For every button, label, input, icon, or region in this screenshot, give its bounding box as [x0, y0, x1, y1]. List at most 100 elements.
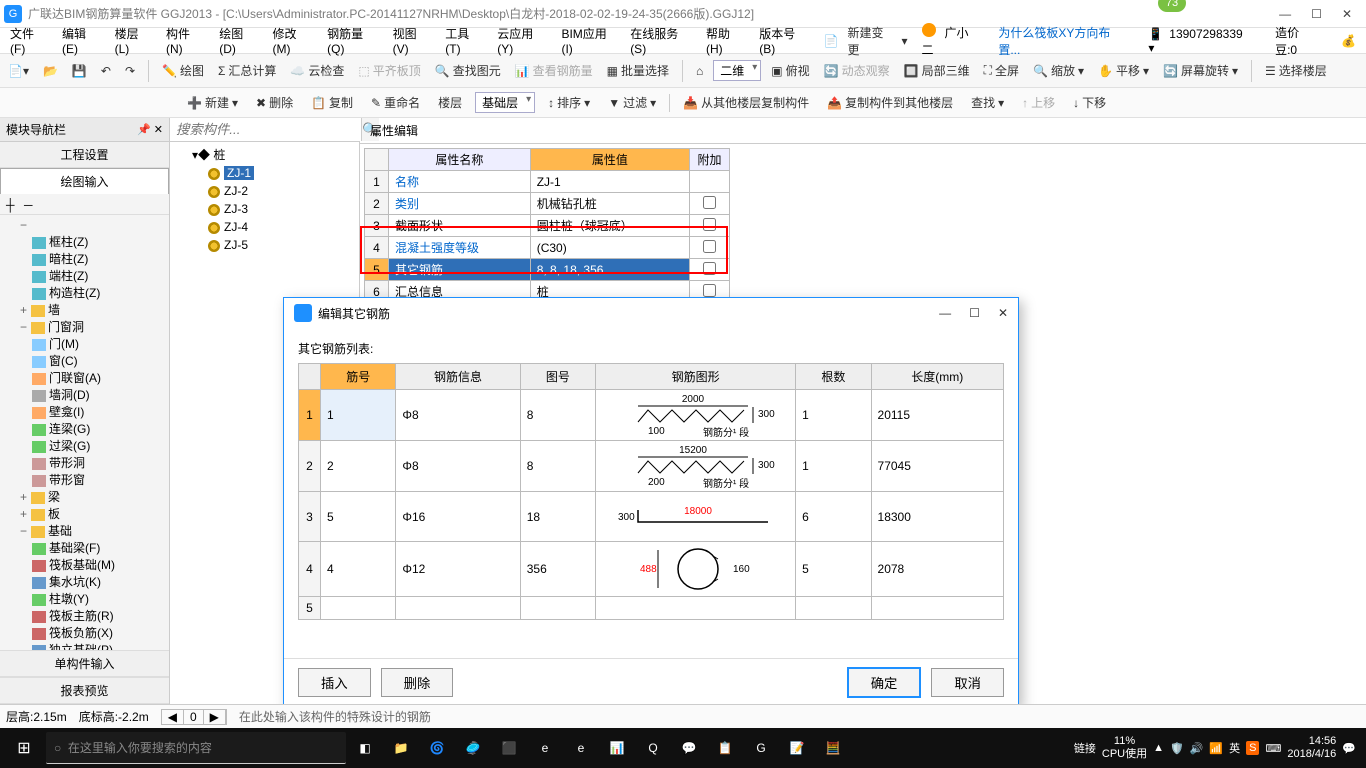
- menu-edit[interactable]: 编辑(E): [56, 23, 107, 58]
- tray-icon[interactable]: 🔊: [1190, 742, 1204, 755]
- ok-button[interactable]: 确定: [847, 667, 922, 698]
- tray-icon[interactable]: ⌨: [1265, 742, 1281, 755]
- close-button[interactable]: ✕: [1342, 7, 1352, 21]
- find2-button[interactable]: 查找 ▾: [966, 92, 1009, 113]
- nav-tab-draw[interactable]: 绘图输入: [0, 168, 169, 194]
- nav-tab-settings[interactable]: 工程设置: [0, 142, 169, 168]
- menu-view[interactable]: 视图(V): [387, 23, 438, 58]
- zoom-button[interactable]: 🔍缩放 ▾: [1029, 60, 1088, 81]
- maximize-button[interactable]: ☐: [1311, 7, 1322, 21]
- pager[interactable]: ◀0▶: [161, 709, 227, 725]
- menu-floor[interactable]: 楼层(L): [109, 23, 158, 58]
- viewsteel-button[interactable]: 📊查看钢筋量: [511, 60, 597, 81]
- menu-draw[interactable]: 绘图(D): [213, 23, 264, 58]
- ime-label[interactable]: 英: [1229, 740, 1240, 756]
- filter-button[interactable]: ▼ 过滤 ▾: [603, 92, 661, 113]
- task-icon[interactable]: 📋: [708, 728, 742, 768]
- expand-icon[interactable]: ┼: [6, 198, 18, 210]
- start-button[interactable]: ⊞: [4, 728, 44, 768]
- select-floor-button[interactable]: ☰ 选择楼层: [1261, 60, 1331, 81]
- dyn-button[interactable]: 🔄动态观察: [820, 60, 894, 81]
- task-icon[interactable]: 🌀: [420, 728, 454, 768]
- floor-label[interactable]: 楼层: [433, 92, 467, 113]
- nav-tree[interactable]: − 框柱(Z) 暗柱(Z) 端柱(Z) 构造柱(Z) +墙 −门窗洞 门(M) …: [0, 215, 169, 650]
- draw-button[interactable]: ✏️绘图: [158, 60, 208, 81]
- rename-button[interactable]: ✎ 重命名: [366, 92, 425, 113]
- notifications-icon[interactable]: 💬: [1342, 742, 1356, 755]
- flat-button[interactable]: ⬚ 平齐板顶: [354, 60, 424, 81]
- open-icon[interactable]: 📂: [39, 62, 62, 80]
- task-icon[interactable]: 🧮: [816, 728, 850, 768]
- tray-icon[interactable]: 📶: [1209, 742, 1223, 755]
- menu-version[interactable]: 版本号(B): [753, 23, 815, 58]
- nav-tab-single[interactable]: 单构件输入: [0, 650, 169, 677]
- tray-icon[interactable]: S: [1246, 741, 1259, 755]
- menu-tools[interactable]: 工具(T): [439, 23, 489, 58]
- down-button[interactable]: ↓ 下移: [1068, 92, 1111, 113]
- dialog-close[interactable]: ✕: [998, 306, 1008, 320]
- sort-button[interactable]: ↕ 排序 ▾: [543, 92, 595, 113]
- local3d-button[interactable]: 🔲局部三维: [900, 60, 974, 81]
- tray-icon[interactable]: ▲: [1153, 742, 1164, 754]
- cloud-check-button[interactable]: ☁️云检查: [286, 60, 348, 81]
- insert-button[interactable]: 插入: [298, 668, 371, 697]
- menu-file[interactable]: 文件(F): [4, 23, 54, 58]
- menu-online[interactable]: 在线服务(S): [624, 23, 698, 58]
- dialog-minimize[interactable]: —: [939, 306, 951, 320]
- tip-link[interactable]: 为什么筏板XY方向布置...: [992, 22, 1132, 60]
- cancel-button[interactable]: 取消: [931, 668, 1004, 697]
- tray-icon[interactable]: 🛡️: [1170, 742, 1184, 755]
- task-icon[interactable]: e: [528, 728, 562, 768]
- task-icon[interactable]: 📝: [780, 728, 814, 768]
- clock[interactable]: 14:562018/4/16: [1287, 735, 1336, 761]
- save-icon[interactable]: 💾: [68, 62, 91, 80]
- rotate-button[interactable]: 🔄屏幕旋转 ▾: [1159, 60, 1242, 81]
- redo-icon[interactable]: ↷: [121, 62, 139, 80]
- collapse-icon[interactable]: ─: [24, 198, 36, 210]
- minimize-button[interactable]: —: [1279, 7, 1291, 21]
- nav-tab-report[interactable]: 报表预览: [0, 677, 169, 704]
- task-icon[interactable]: 🥏: [456, 728, 490, 768]
- batch-button[interactable]: ▦ 批量选择: [603, 60, 673, 81]
- new-button[interactable]: ➕新建 ▾: [182, 92, 243, 113]
- menu-cloud[interactable]: 云应用(Y): [491, 23, 553, 58]
- taskbar-search[interactable]: ○ 在这里输入你要搜索的内容: [46, 732, 346, 764]
- view-mode-combo[interactable]: 二维: [713, 60, 761, 81]
- tray-link[interactable]: 链接: [1074, 740, 1096, 756]
- menu-help[interactable]: 帮助(H): [700, 23, 751, 58]
- new-doc-icon[interactable]: 📄▾: [4, 62, 33, 80]
- floor-combo[interactable]: 基础层: [475, 92, 535, 113]
- user-avatar[interactable]: 广小二: [916, 21, 991, 60]
- task-icon[interactable]: e: [564, 728, 598, 768]
- phone-label[interactable]: 📱13907298339 ▾: [1142, 25, 1259, 57]
- menu-modify[interactable]: 修改(M): [267, 23, 320, 58]
- delete-button[interactable]: 删除: [381, 668, 454, 697]
- dialog-maximize[interactable]: ☐: [969, 306, 980, 320]
- search-input[interactable]: [170, 118, 361, 141]
- up-button[interactable]: ↑ 上移: [1017, 92, 1060, 113]
- bird-button[interactable]: ▣ 俯视: [767, 60, 813, 81]
- task-icon[interactable]: G: [744, 728, 778, 768]
- new-change-button[interactable]: 📄新建变更 ▾: [818, 20, 914, 62]
- copyfrom-button[interactable]: 📥从其他楼层复制构件: [678, 92, 814, 113]
- rebar-table[interactable]: 筋号 钢筋信息 图号 钢筋图形 根数 长度(mm) 1 1 Φ8 8 20003…: [298, 363, 1004, 620]
- property-tab[interactable]: 属性编辑: [360, 118, 1366, 144]
- task-icon[interactable]: 💬: [672, 728, 706, 768]
- task-icon[interactable]: 📁: [384, 728, 418, 768]
- delete-button[interactable]: ✖ 删除: [251, 92, 298, 113]
- menu-component[interactable]: 构件(N): [160, 23, 211, 58]
- home-icon[interactable]: ⌂: [692, 62, 707, 80]
- copy-button[interactable]: 📋复制: [306, 92, 358, 113]
- fullscreen-button[interactable]: ⛶ 全屏: [980, 60, 1023, 81]
- menu-rebar[interactable]: 钢筋量(Q): [321, 23, 385, 58]
- sum-button[interactable]: Σ 汇总计算: [214, 60, 280, 81]
- task-icon[interactable]: ⬛: [492, 728, 526, 768]
- task-icon[interactable]: ◧: [348, 728, 382, 768]
- task-icon[interactable]: 📊: [600, 728, 634, 768]
- menu-bim[interactable]: BIM应用(I): [555, 23, 622, 58]
- find-button[interactable]: 🔍查找图元: [431, 60, 505, 81]
- copyto-button[interactable]: 📤复制构件到其他楼层: [822, 92, 958, 113]
- pin-icon[interactable]: 📌 ✕: [137, 123, 163, 136]
- task-icon[interactable]: Q: [636, 728, 670, 768]
- undo-icon[interactable]: ↶: [97, 62, 115, 80]
